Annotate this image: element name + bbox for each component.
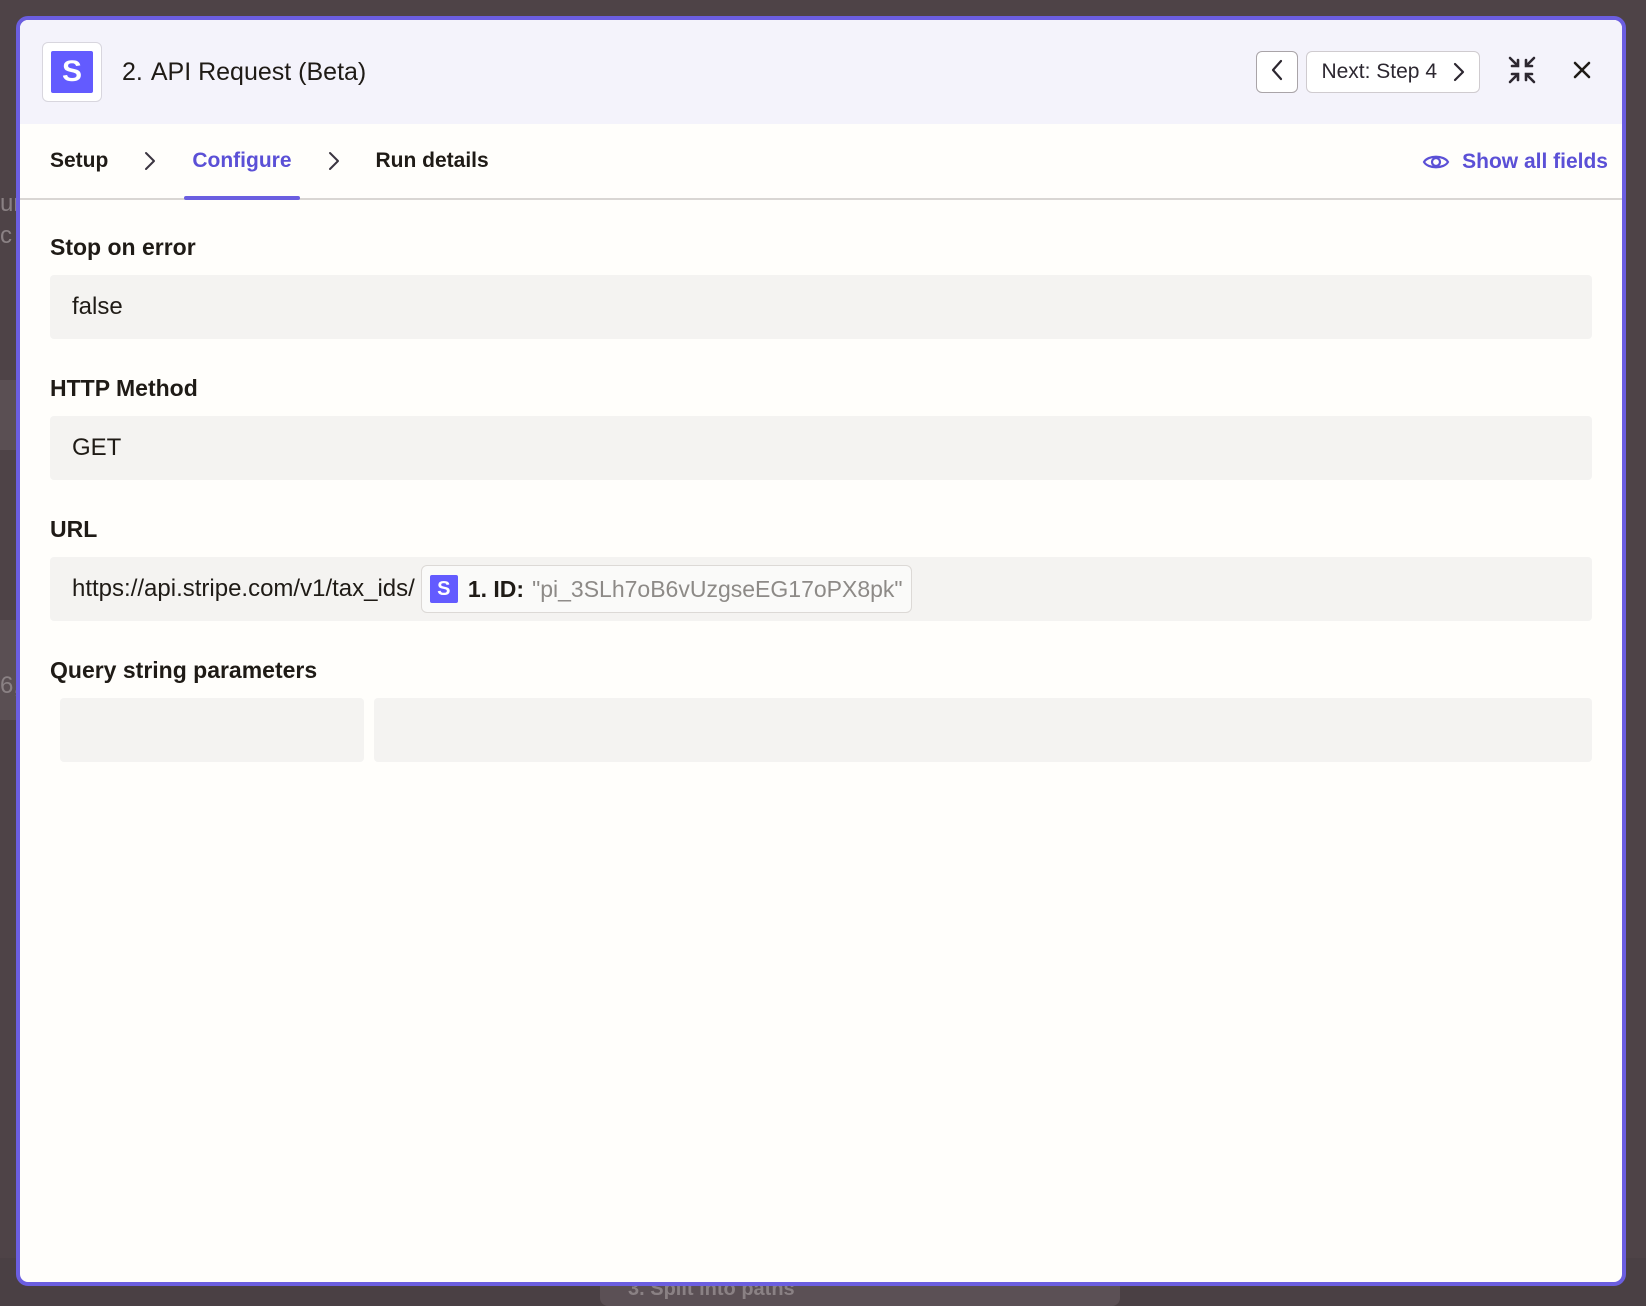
data-pill-value: "pi_3SLh7oB6vUzgseEG17oPX8pk" — [532, 575, 903, 602]
query-param-key-input[interactable] — [60, 698, 364, 762]
previous-step-button[interactable] — [1256, 51, 1299, 93]
close-icon — [1572, 60, 1592, 85]
step-title-text: API Request (Beta) — [150, 57, 367, 86]
step-editor-modal: S 2. API Request (Beta) Next: Step 4 Set… — [16, 16, 1626, 1286]
stop-on-error-input[interactable]: false — [50, 275, 1592, 339]
chevron-left-icon — [1270, 59, 1284, 86]
collapse-icon — [1507, 55, 1537, 90]
next-step-button[interactable]: Next: Step 4 — [1306, 51, 1480, 93]
tab-label: Configure — [192, 149, 292, 172]
step-number: 2. — [122, 57, 143, 86]
field-label: Stop on error — [50, 234, 196, 260]
stripe-logo-icon: S — [429, 575, 458, 603]
configure-form: Stop on error false HTTP Method GET URL … — [20, 200, 1622, 762]
close-button[interactable] — [1564, 54, 1600, 90]
data-pill-label: 1. ID: — [467, 575, 525, 602]
query-param-row — [50, 698, 1592, 762]
chevron-right-icon — [1453, 62, 1465, 82]
field-url: URL https://api.stripe.com/v1/tax_ids/ S… — [50, 516, 1592, 621]
stripe-app-logo: S — [42, 42, 102, 102]
field-label: HTTP Method — [50, 375, 198, 401]
tab-label: Run details — [375, 149, 489, 172]
stripe-logo-icon: S — [51, 51, 93, 93]
show-all-fields-button[interactable]: Show all fields — [1422, 124, 1608, 200]
background-text: c — [0, 222, 12, 249]
chevron-right-icon — [300, 124, 368, 198]
field-http-method: HTTP Method GET — [50, 375, 1592, 480]
modal-header: S 2. API Request (Beta) Next: Step 4 — [20, 20, 1622, 124]
http-method-input[interactable]: GET — [50, 416, 1592, 480]
field-stop-on-error: Stop on error false — [50, 234, 1592, 339]
field-value: GET — [72, 434, 122, 461]
header-actions: Next: Step 4 — [1256, 20, 1600, 124]
tab-run-details[interactable]: Run details — [368, 124, 497, 198]
field-label: Query string parameters — [50, 657, 318, 683]
data-pill[interactable]: S 1. ID: "pi_3SLh7oB6vUzgseEG17oPX8pk" — [420, 565, 912, 613]
tab-label: Setup — [50, 149, 109, 172]
field-query-string: Query string parameters — [50, 657, 1592, 762]
step-title: 2. API Request (Beta) — [122, 58, 366, 87]
url-input[interactable]: https://api.stripe.com/v1/tax_ids/ S 1. … — [50, 557, 1592, 621]
show-all-fields-label: Show all fields — [1462, 150, 1608, 173]
query-param-value-input[interactable] — [374, 698, 1592, 762]
next-step-label: Next: Step 4 — [1321, 60, 1437, 83]
tab-configure[interactable]: Configure — [184, 124, 300, 200]
eye-icon — [1422, 152, 1450, 172]
field-label: URL — [50, 516, 98, 542]
chevron-right-icon — [116, 124, 184, 198]
field-value: false — [72, 293, 123, 320]
field-value: https://api.stripe.com/v1/tax_ids/ — [72, 575, 415, 602]
step-tabs: Setup Configure Run details Show all fie… — [20, 124, 1622, 200]
tab-setup[interactable]: Setup — [42, 124, 116, 198]
collapse-button[interactable] — [1502, 52, 1542, 92]
